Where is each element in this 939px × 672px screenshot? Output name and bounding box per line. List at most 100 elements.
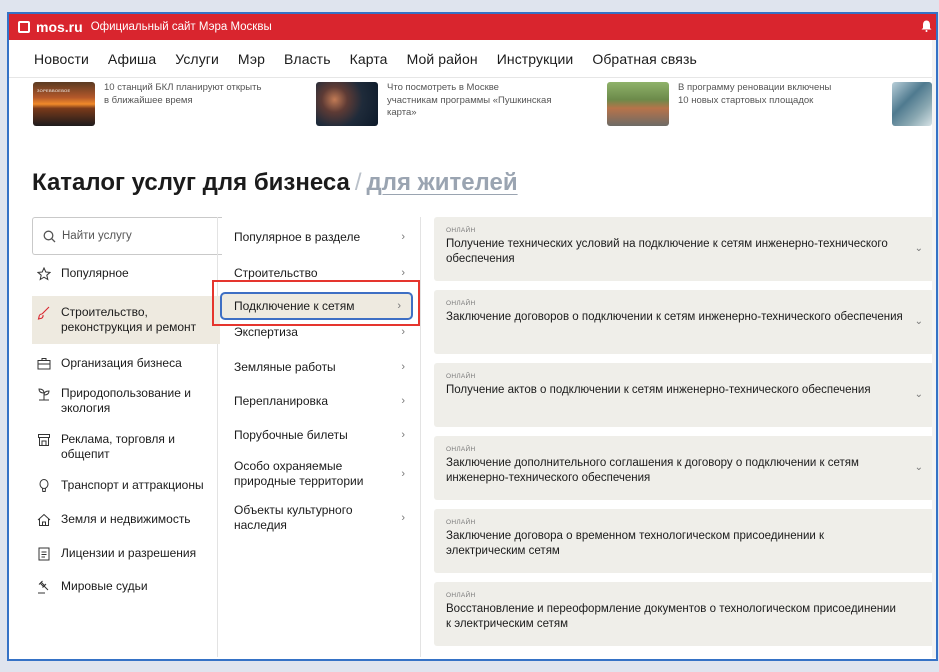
- category-label: Строительство, реконструкция и ремонт: [61, 305, 197, 334]
- category-label: Природопользование и экология: [61, 386, 191, 415]
- nav-feedback[interactable]: Обратная связь: [592, 51, 697, 67]
- category-list: Популярное Строительство, реконструкция …: [32, 266, 220, 594]
- service-title: Заключение договоров о подключении к сет…: [446, 311, 903, 323]
- category-business-organization[interactable]: Организация бизнеса: [32, 356, 220, 371]
- online-tag: онлайн: [446, 300, 476, 307]
- service-title: Заключение дополнительного соглашения к …: [446, 457, 859, 484]
- news-item[interactable]: Что посмотреть в Москве участникам прогр…: [316, 82, 552, 126]
- chevron-down-icon[interactable]: ⌄: [915, 389, 923, 400]
- nav-my-district[interactable]: Мой район: [407, 51, 478, 67]
- mos-logo-icon[interactable]: [18, 21, 30, 33]
- house-icon: [36, 512, 51, 527]
- service-title: Получение актов о подключении к сетям ин…: [446, 384, 871, 396]
- chevron-right-icon: ›: [401, 511, 405, 524]
- shop-icon: [36, 432, 51, 447]
- news-thumbnail: [316, 82, 378, 126]
- page-title-separator: /: [354, 169, 362, 196]
- category-label: Лицензии и разрешения: [61, 546, 197, 560]
- browser-frame: mos.ru Официальный сайт Мэра Москвы Ново…: [7, 12, 938, 661]
- page-title-main: Каталог услуг для бизнеса: [32, 169, 350, 196]
- residents-link[interactable]: для жителей: [367, 169, 518, 196]
- search-box[interactable]: [32, 217, 222, 255]
- news-thumbnail: [607, 82, 669, 126]
- news-thumbnail-caption: ЗОРЕВВОЕВОЕ: [37, 88, 71, 93]
- news-item[interactable]: ЗОРЕВВОЕВОЕ 10 станций БКЛ планируют отк…: [33, 82, 269, 126]
- category-magistrates[interactable]: Мировые судьи: [32, 579, 220, 594]
- subcategory-label: Экспертиза: [234, 324, 298, 339]
- online-tag: онлайн: [446, 227, 476, 234]
- online-tag: онлайн: [446, 446, 476, 453]
- document-icon: [36, 546, 51, 561]
- news-item[interactable]: В программу реновации включены 10 новых …: [607, 82, 843, 126]
- top-bar: mos.ru Официальный сайт Мэра Москвы: [9, 14, 936, 40]
- nav-instructions[interactable]: Инструкции: [497, 51, 574, 67]
- news-text: В программу реновации включены 10 новых …: [678, 82, 832, 106]
- sprout-icon: [36, 386, 51, 401]
- gavel-icon: [36, 579, 51, 594]
- online-tag: онлайн: [446, 519, 476, 526]
- nav-government[interactable]: Власть: [284, 51, 331, 67]
- subcategory-cultural-heritage[interactable]: Объекты культурного наследия ›: [222, 496, 415, 540]
- service-title: Восстановление и переоформление документ…: [446, 603, 896, 630]
- search-input[interactable]: [62, 230, 202, 242]
- main-nav: Новости Афиша Услуги Мэр Власть Карта Мо…: [9, 40, 936, 78]
- chevron-down-icon[interactable]: ⌄: [915, 462, 923, 473]
- category-label: Организация бизнеса: [61, 356, 182, 370]
- service-card[interactable]: онлайн Заключение дополнительного соглаш…: [434, 436, 934, 500]
- chevron-right-icon: ›: [401, 428, 405, 441]
- nav-mayor[interactable]: Мэр: [238, 51, 265, 67]
- chevron-right-icon: ›: [401, 230, 405, 243]
- news-text: Что посмотреть в Москве участникам прогр…: [387, 82, 552, 118]
- subcategory-protected-areas[interactable]: Особо охраняемые природные территории ›: [222, 452, 415, 496]
- balloon-icon: [36, 478, 51, 493]
- search-icon: [43, 230, 56, 242]
- service-card[interactable]: онлайн Получение технических условий на …: [434, 217, 934, 281]
- category-transport[interactable]: Транспорт и аттракционы: [32, 478, 220, 493]
- subcategory-list: Популярное в разделе › Строительство › Под…: [220, 222, 415, 540]
- nav-services[interactable]: Услуги: [175, 51, 219, 67]
- service-title: Заключение договора о временном технолог…: [446, 530, 825, 557]
- chevron-down-icon[interactable]: ⌄: [915, 316, 923, 327]
- subcategory-label: Строительство: [234, 265, 318, 280]
- subcategory-earthworks[interactable]: Земляные работы ›: [222, 350, 415, 384]
- scrollbar[interactable]: [932, 40, 936, 658]
- nav-afisha[interactable]: Афиша: [108, 51, 156, 67]
- news-strip: ЗОРЕВВОЕВОЕ 10 станций БКЛ планируют отк…: [9, 78, 936, 128]
- news-thumbnail: [892, 82, 932, 126]
- site-title: Официальный сайт Мэра Москвы: [90, 21, 272, 33]
- online-tag: онлайн: [446, 373, 476, 380]
- subcategory-label: Земляные работы: [234, 359, 336, 374]
- category-ecology[interactable]: Природопользование и экология: [32, 386, 220, 416]
- category-construction[interactable]: Строительство, реконструкция и ремонт: [32, 296, 220, 344]
- service-list: онлайн Получение технических условий на …: [434, 217, 934, 655]
- category-licenses[interactable]: Лицензии и разрешения: [32, 546, 220, 561]
- subcategory-label: Перепланировка: [234, 393, 329, 408]
- subcategory-label: Популярное в разделе: [234, 229, 361, 244]
- brush-icon: [36, 305, 51, 320]
- service-title: Получение технических условий на подключ…: [446, 238, 888, 265]
- category-popular[interactable]: Популярное: [32, 266, 220, 281]
- bell-icon[interactable]: [921, 20, 932, 32]
- page-title: Каталог услуг для бизнеса / для жителей: [32, 169, 518, 197]
- category-land-property[interactable]: Земля и недвижимость: [32, 512, 220, 527]
- site-logo[interactable]: mos.ru: [36, 19, 83, 35]
- news-text: 10 станций БКЛ планируют открыть в ближа…: [104, 82, 262, 106]
- chevron-right-icon: ›: [401, 360, 405, 373]
- category-label: Популярное: [61, 266, 129, 280]
- category-label: Реклама, торговля и общепит: [61, 432, 175, 461]
- nav-map[interactable]: Карта: [350, 51, 388, 67]
- subcategory-replanning[interactable]: Перепланировка ›: [222, 384, 415, 418]
- chevron-down-icon[interactable]: ⌄: [915, 243, 923, 254]
- category-advertising-trade[interactable]: Реклама, торговля и общепит: [32, 432, 220, 462]
- category-label: Земля и недвижимость: [61, 512, 191, 526]
- service-card[interactable]: онлайн Восстановление и переоформление д…: [434, 582, 934, 646]
- subcategory-label: Порубочные билеты: [234, 427, 348, 442]
- briefcase-icon: [36, 356, 51, 371]
- subcategory-popular[interactable]: Популярное в разделе ›: [222, 222, 415, 252]
- service-card[interactable]: онлайн Заключение договора о временном т…: [434, 509, 934, 573]
- chevron-right-icon: ›: [401, 394, 405, 407]
- service-card[interactable]: онлайн Получение актов о подключении к с…: [434, 363, 934, 427]
- service-card[interactable]: онлайн Заключение договоров о подключени…: [434, 290, 934, 354]
- nav-news[interactable]: Новости: [34, 51, 89, 67]
- subcategory-felling-tickets[interactable]: Порубочные билеты ›: [222, 418, 415, 452]
